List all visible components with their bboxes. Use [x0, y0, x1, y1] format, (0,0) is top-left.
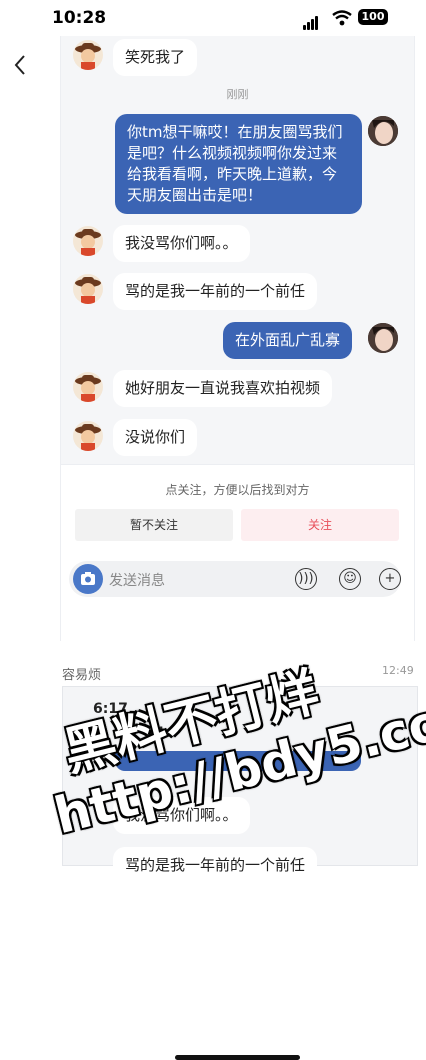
home-indicator [175, 1055, 300, 1060]
status-time: 10:28 [52, 8, 107, 28]
message-outgoing: 你tm想干嘛哎！在朋友圈骂我们是吧？什么视频视频啊你发过来给我看看啊，昨天晚上道… [115, 114, 362, 214]
message-timestamp: 刚刚 [226, 88, 249, 101]
message-incoming: 没说你们 [113, 419, 198, 456]
message-incoming: 我没骂你们啊。。 [113, 225, 250, 262]
chat-panel: 笑死我了 刚刚 你tm想干嘛哎！在朋友圈骂我们是吧？什么视频视频啊你发过来给我看… [60, 36, 415, 1060]
second-time: 12:49 [382, 664, 414, 677]
contact-avatar [73, 372, 103, 402]
wifi-icon [332, 10, 352, 26]
add-icon[interactable]: + [379, 568, 401, 590]
message-outgoing: 在外面乱广乱寡 [223, 322, 353, 359]
chat-footer: 点关注，方便以后找到对方 暂不关注 关注 发送消息 ))) ☺ + [61, 464, 414, 1060]
contact-avatar [73, 274, 103, 304]
inner-message: 骂的是我一年前的一个前任 [113, 847, 318, 884]
second-contact-name: 容易烦 [62, 668, 102, 683]
status-bar: 10:28 100 [0, 0, 426, 36]
back-arrow-icon[interactable] [10, 52, 30, 78]
my-avatar [368, 116, 398, 146]
voice-icon[interactable]: ))) [295, 568, 317, 590]
message-incoming: 她好朋友一直说我喜欢拍视频 [113, 370, 333, 407]
follow-button[interactable]: 关注 [241, 509, 399, 541]
signal-icon [303, 11, 319, 30]
my-avatar [368, 323, 398, 353]
message-input-bar[interactable]: 发送消息 ))) ☺ + [69, 561, 401, 597]
message-incoming: 骂的是我一年前的一个前任 [113, 273, 318, 310]
message-incoming: 笑死我了 [113, 39, 198, 76]
contact-avatar [73, 40, 103, 70]
emoji-icon[interactable]: ☺ [339, 568, 361, 590]
camera-icon[interactable] [73, 564, 103, 594]
skip-follow-button[interactable]: 暂不关注 [75, 509, 233, 541]
follow-hint: 点关注，方便以后找到对方 [165, 483, 310, 497]
message-input[interactable]: 发送消息 [109, 570, 165, 590]
contact-avatar [73, 421, 103, 451]
contact-avatar [73, 226, 103, 256]
battery-indicator: 100 [358, 9, 388, 25]
